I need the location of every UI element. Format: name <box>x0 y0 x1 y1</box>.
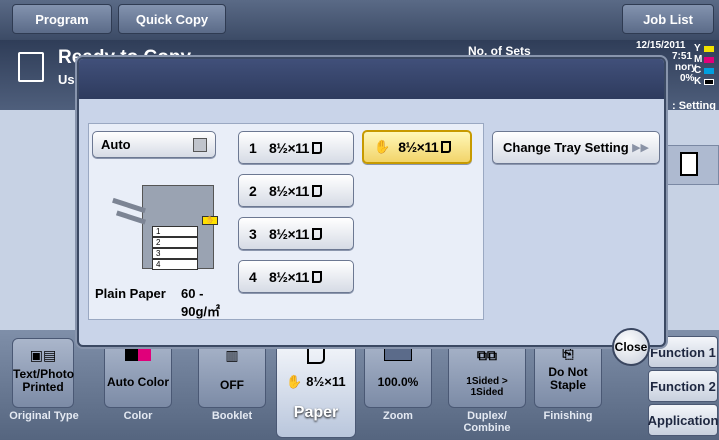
hand-icon: ✋ <box>286 374 307 389</box>
side-paper-icon <box>680 152 698 176</box>
toner-c-bar <box>704 67 714 74</box>
bypass-size: 8½×11 <box>398 139 439 155</box>
color-button[interactable]: Auto Color <box>104 338 172 408</box>
dialog-header <box>79 59 664 99</box>
duplex-button[interactable]: ⧉⧉ 1Sided > 1Sided <box>448 338 526 408</box>
change-tray-label: Change Tray Setting <box>503 140 629 155</box>
diagram-trays: 1 2 3 4 <box>152 226 198 270</box>
original-type-button[interactable]: ▣▤ Text/Photo Printed <box>12 338 74 408</box>
original-type-label: Original Type <box>9 410 79 422</box>
auto-checkbox <box>193 137 207 152</box>
auto-paper-button[interactable]: Auto <box>92 131 216 158</box>
toner-m-label: M <box>694 54 703 65</box>
tray-4-paper-icon <box>311 270 322 283</box>
diagram-tray-1: 1 <box>152 226 198 237</box>
tray-4-number: 4 <box>249 268 257 285</box>
toner-y-label: Y <box>694 43 701 54</box>
color-label: Color <box>123 410 153 422</box>
paper-weight-unit: 90g/㎡ <box>181 304 221 319</box>
tray-1-button[interactable]: 1 8½×11 <box>238 131 354 164</box>
zoom-button[interactable]: 100.0% <box>364 338 432 408</box>
paper-tab-size: 8½×11 <box>306 374 346 389</box>
tray-3-number: 3 <box>249 225 257 242</box>
bypass-paper-icon <box>441 141 452 153</box>
paper-tab-label: Paper <box>293 404 339 421</box>
booklet-value: OFF <box>220 378 244 392</box>
tray-2-button[interactable]: 2 8½×11 <box>238 174 354 207</box>
color-icon <box>125 347 151 361</box>
diagram-tray-4: 4 <box>152 259 198 270</box>
tray-1-number: 1 <box>249 139 257 156</box>
sets-label: No. of Sets <box>468 44 531 58</box>
tray-4-size: 8½×11 <box>269 268 309 285</box>
time-display: 7:51 <box>672 51 693 62</box>
bypass-indicator: ✋ <box>202 216 218 225</box>
diagram-tray-2: 2 <box>152 237 198 248</box>
paper-type-label: Plain Paper <box>95 286 166 301</box>
tray-1-size: 8½×11 <box>269 139 309 156</box>
tab-quick-copy[interactable]: Quick Copy <box>118 4 226 34</box>
diagram-tray-3: 3 <box>152 248 198 259</box>
duplex-label: Duplex/ Combine <box>463 410 511 434</box>
zoom-icon <box>384 347 412 361</box>
close-button[interactable]: Close <box>612 328 650 366</box>
booklet-icon: ▥ <box>225 347 239 363</box>
paper-tab-value: ✋ 8½×11 <box>277 374 355 390</box>
chevron-right-icon: ▶▶ <box>632 142 649 154</box>
tray-3-paper-icon <box>311 227 322 240</box>
function-2-button[interactable]: Function 2 <box>648 370 718 402</box>
color-value: Auto Color <box>107 375 169 389</box>
original-type-value: Text/Photo Printed <box>13 367 75 394</box>
toner-m-bar <box>704 56 714 63</box>
application-button[interactable]: Application <box>648 404 718 436</box>
tab-job-list[interactable]: Job List <box>622 4 714 34</box>
bypass-tray-button[interactable]: ✋ 8½×11 <box>362 130 472 164</box>
toner-levels: Y M C K <box>694 43 716 87</box>
duplex-value: 1Sided > 1Sided <box>466 376 508 398</box>
toner-k-label: K <box>694 76 702 87</box>
finishing-icon: ⎘ <box>562 345 574 361</box>
tray-1-paper-icon <box>311 141 322 154</box>
change-tray-setting-button[interactable]: Change Tray Setting ▶▶ <box>492 131 660 164</box>
paper-weight-range: 60 - <box>181 286 204 301</box>
toner-y-bar <box>704 45 714 52</box>
tray-2-paper-icon <box>311 184 322 197</box>
tray-4-button[interactable]: 4 8½×11 <box>238 260 354 293</box>
finishing-value: Do Not Staple <box>548 365 588 392</box>
original-type-icon: ▣▤ <box>29 347 57 363</box>
tray-2-size: 8½×11 <box>269 182 309 199</box>
machine-diagram: ✋ 1 2 3 4 <box>112 185 227 280</box>
finishing-label: Finishing <box>543 410 593 422</box>
date-display: 12/15/2011 <box>636 40 686 51</box>
paper-button[interactable]: ✋ 8½×11 Paper <box>276 333 356 438</box>
zoom-label: Zoom <box>383 410 413 422</box>
copy-mode-icon <box>18 52 44 82</box>
tray-3-button[interactable]: 3 8½×11 <box>238 217 354 250</box>
toner-k-bar <box>704 78 714 85</box>
finishing-button[interactable]: ⎘ Do Not Staple <box>534 338 602 408</box>
booklet-button[interactable]: ▥ OFF <box>198 338 266 408</box>
duplex-icon: ⧉⧉ <box>477 347 497 363</box>
auto-label: Auto <box>101 137 131 152</box>
tab-program[interactable]: Program <box>12 4 112 34</box>
bypass-hand-icon: ✋ <box>374 139 391 154</box>
zoom-value: 100.0% <box>377 375 419 389</box>
booklet-label: Booklet <box>211 410 253 422</box>
memory-percent: 0% <box>680 73 695 84</box>
tray-3-size: 8½×11 <box>269 225 309 242</box>
tray-2-number: 2 <box>249 182 257 199</box>
toner-c-label: C <box>694 65 702 76</box>
